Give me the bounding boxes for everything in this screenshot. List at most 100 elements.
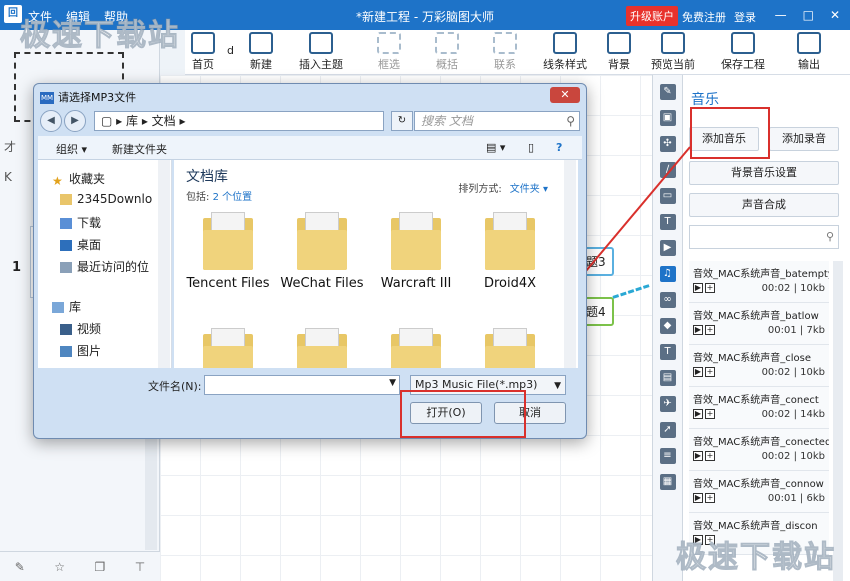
list-item[interactable]: 音效_MAC系统声音_batlow ▶ + 00:01 | 7kb — [689, 303, 829, 345]
image-icon[interactable]: ▣ — [659, 110, 676, 126]
new-folder-button[interactable]: 新建文件夹 — [112, 141, 167, 157]
layers-icon[interactable]: ≡ — [659, 448, 676, 464]
add-record-button[interactable]: 添加录音 — [769, 127, 839, 151]
list-item[interactable]: 音效_MAC系统声音_batempty ▶ + 00:02 | 10kb — [689, 261, 829, 303]
insert-topic-button[interactable]: 插入主题 — [299, 32, 343, 72]
new-button[interactable]: 新建 — [249, 32, 273, 72]
sound-synthesis-button[interactable]: 声音合成 — [689, 193, 839, 217]
login-link[interactable]: 登录 — [734, 9, 756, 25]
plane-icon[interactable]: ✈ — [659, 396, 676, 412]
nav-item-2345download[interactable]: 2345Downlo — [60, 192, 152, 206]
chevron-down-icon[interactable]: ▼ — [554, 377, 561, 395]
maximize-icon[interactable]: □ — [803, 8, 814, 22]
folder-item[interactable] — [280, 328, 364, 368]
add-icon[interactable]: + — [705, 325, 715, 335]
upgrade-button[interactable]: 升级账户 — [626, 6, 678, 26]
play-icon[interactable]: ▶ — [693, 451, 703, 461]
sound-size: 10kb — [800, 283, 825, 294]
organize-button[interactable]: 组织 ▾ — [56, 141, 87, 157]
breadcrumb-documents[interactable]: 文档 — [152, 114, 176, 128]
sort-dropdown[interactable]: 文件夹 ▾ — [510, 184, 548, 195]
nav-item-desktop[interactable]: 桌面 — [60, 236, 101, 253]
rocket-icon[interactable]: ➚ — [659, 422, 676, 438]
folder-item[interactable] — [468, 328, 552, 368]
play-icon[interactable]: ▶ — [693, 409, 703, 419]
add-icon[interactable]: + — [705, 367, 715, 377]
dialog-close-button[interactable]: ✕ — [550, 87, 580, 103]
add-icon[interactable]: + — [705, 451, 715, 461]
shapes-icon[interactable]: ✣ — [659, 136, 676, 152]
list-item[interactable]: 音效_MAC系统声音_conected ▶ + 00:02 | 10kb — [689, 429, 829, 471]
close-icon[interactable]: ✕ — [830, 8, 840, 22]
folder-item[interactable]: Tencent Files — [186, 212, 270, 291]
add-icon[interactable]: + — [705, 493, 715, 503]
bookmark-icon[interactable]: ☆ — [54, 560, 65, 574]
register-link[interactable]: 免费注册 — [682, 9, 726, 25]
background-button[interactable]: 背景 — [607, 32, 631, 72]
nav-item-downloads[interactable]: 下载 — [60, 214, 101, 231]
summary-button[interactable]: 概括 — [435, 32, 459, 72]
home-button[interactable]: 首页 — [191, 32, 215, 72]
play-icon[interactable]: ▶ — [693, 367, 703, 377]
dialog-search-input[interactable]: 搜索 文档 ⚲ — [414, 111, 580, 131]
link-icon[interactable]: ∞ — [659, 292, 676, 308]
search-icon[interactable]: ⚲ — [566, 112, 575, 130]
play-icon[interactable]: ▶ — [693, 325, 703, 335]
back-icon[interactable]: ◀ — [40, 110, 62, 132]
add-icon[interactable]: + — [705, 283, 715, 293]
music-search-input[interactable]: ⚲ — [689, 225, 839, 249]
nav-label: 桌面 — [77, 238, 102, 252]
edit-icon[interactable]: ✎ — [15, 560, 25, 574]
export-button[interactable]: 输出 — [797, 32, 821, 72]
chart-icon[interactable]: ▤ — [659, 370, 676, 386]
preview-button[interactable]: 预览当前 — [651, 32, 695, 72]
includes-locations-link[interactable]: 2 个位置 — [213, 192, 253, 203]
address-bar[interactable]: ▢ ▸ 库 ▸ 文档 ▸ ↻ — [94, 111, 413, 131]
text-icon[interactable]: T — [659, 344, 676, 360]
folder-item[interactable]: Warcraft III — [374, 212, 458, 291]
list-item[interactable]: 音效_MAC系统声音_close ▶ + 00:02 | 10kb — [689, 345, 829, 387]
save-project-button[interactable]: 保存工程 — [721, 32, 765, 72]
list-item[interactable]: 音效_MAC系统声音_connow ▶ + 00:01 | 6kb — [689, 471, 829, 513]
filename-input[interactable]: ▼ — [204, 375, 400, 395]
nav-item-recent[interactable]: 最近访问的位 — [60, 258, 149, 275]
folder-item[interactable]: Droid4X — [468, 212, 552, 291]
folder-item[interactable] — [186, 328, 270, 368]
music-icon[interactable]: ♫ — [659, 266, 676, 282]
folder-name: Tencent Files — [186, 276, 270, 291]
select-button[interactable]: 框选 — [377, 32, 401, 72]
line-style-button[interactable]: 线条样式 — [543, 32, 587, 72]
chevron-down-icon[interactable]: ▼ — [389, 378, 396, 388]
file-list-scrollbar[interactable] — [564, 160, 576, 368]
layers-icon[interactable]: ❐ — [95, 560, 106, 574]
shirt-icon[interactable]: T — [659, 214, 676, 230]
preview-pane-icon[interactable]: ▯ — [528, 141, 534, 154]
nav-item-pictures[interactable]: 图片 — [60, 342, 101, 359]
minimize-icon[interactable]: — — [775, 8, 787, 22]
nav-item-videos[interactable]: 视频 — [60, 320, 101, 337]
forward-icon[interactable]: ▶ — [64, 110, 86, 132]
play-icon[interactable]: ▶ — [693, 493, 703, 503]
bg-music-settings-button[interactable]: 背景音乐设置 — [689, 161, 839, 185]
search-icon[interactable]: ⚲ — [826, 230, 834, 243]
property-icon-strip: ✎ ▣ ✣ ∕ ▭ T ▶ ♫ ∞ ◆ T ▤ ✈ ➚ ≡ ▦ — [652, 75, 683, 581]
edit-style-icon[interactable]: ✎ — [659, 84, 676, 100]
folder-item[interactable]: WeChat Files — [280, 212, 364, 291]
tag-icon[interactable]: ◆ — [659, 318, 676, 334]
nav-item-favorites[interactable]: ★ 收藏夹 — [52, 170, 105, 188]
nav-item-libraries[interactable]: 库 — [52, 298, 81, 315]
refresh-icon[interactable]: ↻ — [391, 111, 413, 131]
play-icon[interactable]: ▶ — [693, 283, 703, 293]
list-item[interactable]: 音效_MAC系统声音_conect ▶ + 00:02 | 14kb — [689, 387, 829, 429]
view-options-icon[interactable]: ▤ ▾ — [486, 141, 505, 154]
pin-icon[interactable]: ⊤ — [135, 560, 145, 574]
folder-item[interactable] — [374, 328, 458, 368]
breadcrumb-library[interactable]: 库 — [126, 114, 138, 128]
link-button[interactable]: 联系 — [493, 32, 517, 72]
add-icon[interactable]: + — [705, 409, 715, 419]
video-icon[interactable]: ▶ — [659, 240, 676, 256]
comment-icon[interactable]: ▭ — [659, 188, 676, 204]
help-icon[interactable]: ? — [556, 141, 562, 154]
nav-scrollbar[interactable] — [158, 160, 170, 368]
inbox-icon[interactable]: ▦ — [659, 474, 676, 490]
